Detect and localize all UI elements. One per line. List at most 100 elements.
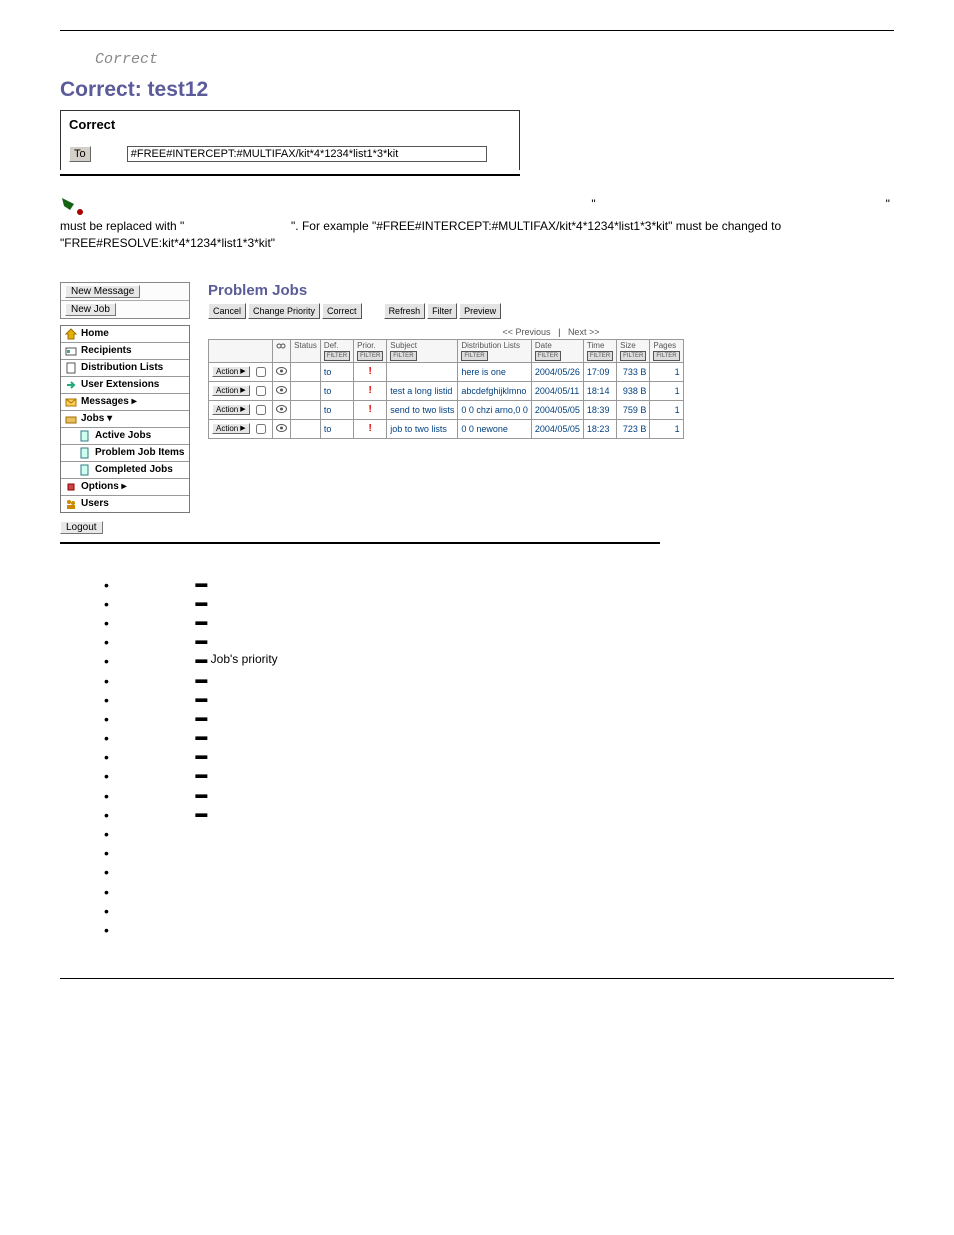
- nav-jobs[interactable]: Jobs ▾: [61, 411, 189, 428]
- cell-lists: abcdefghijklmno: [458, 381, 532, 400]
- mail-icon: [65, 396, 77, 408]
- nav-active-jobs[interactable]: Active Jobs: [61, 428, 189, 445]
- to-button[interactable]: To: [69, 146, 91, 162]
- cell-subject: test a long listid: [387, 381, 458, 400]
- correct-header: Correct: [61, 111, 519, 142]
- action-button[interactable]: Action▶: [212, 366, 250, 377]
- bullet-list: ▬ ▬ ▬ ▬ ▬ Job's priority ▬ ▬ ▬ ▬ ▬ ▬ ▬ ▬: [104, 574, 894, 939]
- nav-list: Home Recipients Distribution Lists User …: [60, 325, 190, 513]
- cell-pages: 1: [650, 419, 683, 438]
- priority-icon: !: [369, 404, 372, 415]
- col-date: Date: [535, 341, 552, 350]
- cell-pages: 1: [650, 400, 683, 419]
- list-item: [104, 881, 894, 900]
- note-block: "" must be replaced with " ". For exampl…: [60, 196, 894, 252]
- action-button[interactable]: Action▶: [212, 423, 250, 434]
- cell-date: 2004/05/26: [531, 362, 583, 381]
- nav-completed-jobs[interactable]: Completed Jobs: [61, 462, 189, 479]
- cell-size: 759 B: [617, 400, 650, 419]
- logout-button[interactable]: Logout: [60, 521, 103, 534]
- preview-button[interactable]: Preview: [459, 303, 501, 319]
- pager-prev[interactable]: << Previous: [503, 327, 551, 337]
- table-row: Action▶ to!send to two lists0 0 chzi arn…: [209, 400, 684, 419]
- cell-def: to: [320, 381, 353, 400]
- cancel-button[interactable]: Cancel: [208, 303, 246, 319]
- cell-time: 18:14: [583, 381, 616, 400]
- cell-date: 2004/05/05: [531, 419, 583, 438]
- list-item: ▬: [104, 670, 894, 689]
- filter-chip[interactable]: FILTER: [461, 351, 487, 361]
- nav-problem-job-items[interactable]: Problem Job Items: [61, 445, 189, 462]
- col-subject: Subject: [390, 341, 417, 350]
- eye-icon: [276, 367, 287, 375]
- new-job-button[interactable]: New Job: [65, 303, 116, 316]
- list-item: [104, 919, 894, 938]
- note-line1a: must be replaced with ": [60, 219, 184, 233]
- section-label: Correct: [95, 51, 894, 68]
- col-prior: Prior.: [357, 341, 376, 350]
- correct-button[interactable]: Correct: [322, 303, 362, 319]
- list-item: ▬: [104, 612, 894, 631]
- cell-time: 18:23: [583, 419, 616, 438]
- filter-chip[interactable]: FILTER: [535, 351, 561, 361]
- pager-next[interactable]: Next >>: [568, 327, 600, 337]
- cell-size: 938 B: [617, 381, 650, 400]
- filter-button[interactable]: Filter: [427, 303, 457, 319]
- cell-def: to: [320, 362, 353, 381]
- list-item: [104, 823, 894, 842]
- row-checkbox[interactable]: [256, 405, 266, 415]
- priority-icon: !: [369, 423, 372, 434]
- filter-chip[interactable]: FILTER: [653, 351, 679, 361]
- list-item: ▬: [104, 593, 894, 612]
- change-priority-button[interactable]: Change Priority: [248, 303, 320, 319]
- cell-pages: 1: [650, 362, 683, 381]
- list-item: ▬: [104, 631, 894, 650]
- list-item: ▬: [104, 804, 894, 823]
- list-item: ▬: [104, 727, 894, 746]
- list-item: ▬ Job's priority: [104, 650, 894, 669]
- list-item: [104, 900, 894, 919]
- col-time: Time: [587, 341, 604, 350]
- filter-chip[interactable]: FILTER: [390, 351, 416, 361]
- cell-lists: 0 0 newone: [458, 419, 532, 438]
- table-row: Action▶ to!job to two lists0 0 newone200…: [209, 419, 684, 438]
- list-item: ▬: [104, 765, 894, 784]
- row-checkbox[interactable]: [256, 367, 266, 377]
- cell-date: 2004/05/05: [531, 400, 583, 419]
- to-field[interactable]: #FREE#INTERCEPT:#MULTIFAX/kit*4*1234*lis…: [127, 146, 487, 162]
- col-lists: Distribution Lists: [461, 341, 520, 350]
- list-item: [104, 861, 894, 880]
- nav-users[interactable]: Users: [61, 496, 189, 512]
- problem-jobs-title: Problem Jobs: [208, 282, 894, 299]
- nav-messages[interactable]: Messages ▸: [61, 394, 189, 411]
- filter-chip[interactable]: FILTER: [324, 351, 350, 361]
- nav-distribution-lists[interactable]: Distribution Lists: [61, 360, 189, 377]
- pager-sep: |: [558, 327, 560, 337]
- list-item: ▬: [104, 746, 894, 765]
- users-icon: [65, 498, 77, 510]
- eye-icon: [276, 386, 287, 394]
- action-button[interactable]: Action▶: [212, 404, 250, 415]
- jobs-table: Status Def.FILTER Prior.FILTER SubjectFI…: [208, 339, 684, 439]
- filter-chip[interactable]: FILTER: [357, 351, 383, 361]
- new-message-button[interactable]: New Message: [65, 285, 140, 298]
- list-item: ▬: [104, 708, 894, 727]
- nav-home[interactable]: Home: [61, 326, 189, 343]
- row-checkbox[interactable]: [256, 386, 266, 396]
- note-line2: "FREE#RESOLVE:kit*4*1234*list1*3*kit": [60, 236, 275, 250]
- cell-lists: 0 0 chzi arno,0 0: [458, 400, 532, 419]
- doc-icon: [79, 430, 91, 442]
- nav-recipients[interactable]: Recipients: [61, 343, 189, 360]
- row-checkbox[interactable]: [256, 424, 266, 434]
- table-row: Action▶ to!here is one2004/05/2617:09733…: [209, 362, 684, 381]
- nav-user-extensions[interactable]: User Extensions: [61, 377, 189, 394]
- filter-chip[interactable]: FILTER: [587, 351, 613, 361]
- action-button[interactable]: Action▶: [212, 385, 250, 396]
- refresh-button[interactable]: Refresh: [384, 303, 426, 319]
- filter-chip[interactable]: FILTER: [620, 351, 646, 361]
- card-icon: [65, 345, 77, 357]
- arrow-icon: [65, 379, 77, 391]
- nav-options[interactable]: Options ▸: [61, 479, 189, 496]
- priority-icon: !: [369, 366, 372, 377]
- panel-title: Correct: test12: [60, 78, 894, 102]
